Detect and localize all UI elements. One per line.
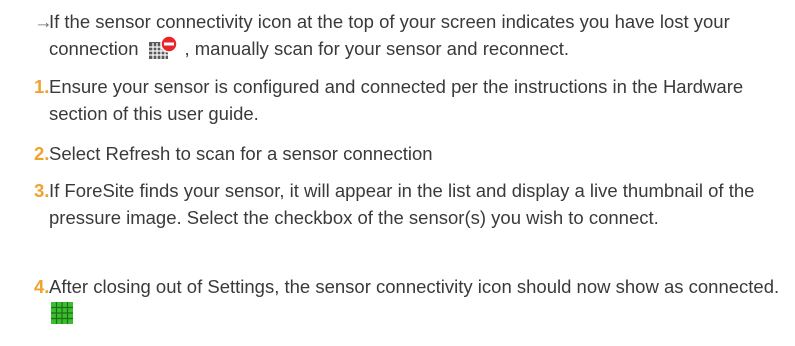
step-text: Ensure your sensor is configured and con… <box>49 76 744 124</box>
step-1: 1. Ensure your sensor is configured and … <box>34 73 792 127</box>
step-text: Select Refresh to scan for a sensor conn… <box>49 143 433 164</box>
step-number: 2. <box>34 143 50 164</box>
step-text: If ForeSite finds your sensor, it will a… <box>49 180 755 228</box>
step-4: 4. After closing out of Settings, the se… <box>34 273 792 327</box>
arrow-marker: → <box>34 11 53 32</box>
step-number: 1. <box>34 76 50 97</box>
note-text-after: , manually scan for your sensor and reco… <box>184 38 570 59</box>
step-2: 2. Select Refresh to scan for a sensor c… <box>34 140 792 167</box>
sensor-connected-icon <box>51 302 73 325</box>
sensor-disconnected-icon <box>148 35 179 61</box>
step-3: 3. If ForeSite finds your sensor, it wil… <box>34 177 792 231</box>
step-text: After closing out of Settings, the senso… <box>49 276 780 297</box>
step-number: 3. <box>34 180 50 201</box>
note-lost-connection: → If the sensor connectivity icon at the… <box>34 8 792 63</box>
step-number: 4. <box>34 276 50 297</box>
